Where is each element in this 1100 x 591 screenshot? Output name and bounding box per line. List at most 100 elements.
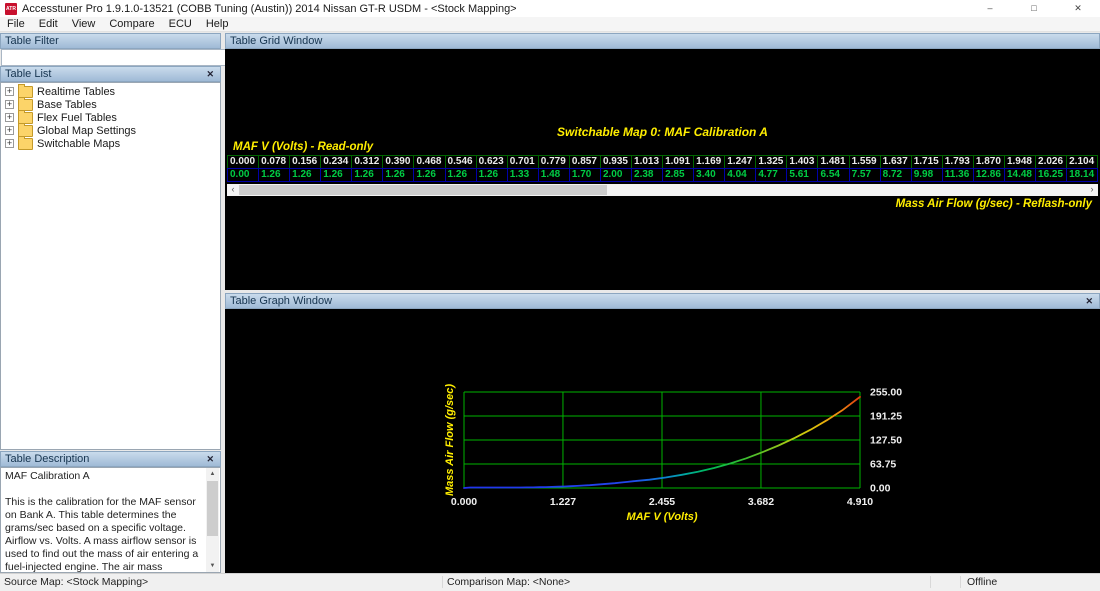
tree-item-base-tables[interactable]: + Base Tables bbox=[1, 96, 220, 111]
flow-cell[interactable]: 1.26 bbox=[444, 168, 477, 182]
flow-cell[interactable]: 4.04 bbox=[724, 168, 757, 182]
volts-cell[interactable]: 1.247 bbox=[724, 155, 757, 169]
volts-cell[interactable]: 1.403 bbox=[786, 155, 819, 169]
menu-item-edit[interactable]: Edit bbox=[32, 17, 65, 31]
table-filter-header[interactable]: Table Filter bbox=[0, 33, 221, 49]
menu-item-ecu[interactable]: ECU bbox=[162, 17, 199, 31]
title-bar[interactable]: ATR Accesstuner Pro 1.9.1.0-13521 (COBB … bbox=[0, 0, 1100, 18]
volts-cell[interactable]: 0.468 bbox=[413, 155, 446, 169]
flow-cell[interactable]: 0.00 bbox=[227, 168, 260, 182]
volts-cell[interactable]: 0.935 bbox=[599, 155, 633, 169]
volts-cell[interactable]: 0.312 bbox=[351, 155, 384, 169]
flow-cell[interactable]: 16.25 bbox=[1035, 168, 1068, 182]
volts-cell[interactable]: 1.169 bbox=[693, 155, 726, 169]
y-axis-title: Mass Air Flow (g/sec) bbox=[444, 384, 456, 496]
menu-item-compare[interactable]: Compare bbox=[102, 17, 161, 31]
scroll-left-icon[interactable]: ‹ bbox=[227, 184, 239, 196]
expander-plus-icon[interactable]: + bbox=[5, 113, 14, 122]
volts-cell[interactable]: 0.156 bbox=[289, 155, 322, 169]
flow-cell[interactable]: 3.40 bbox=[693, 168, 726, 182]
menu-item-file[interactable]: File bbox=[0, 17, 32, 31]
description-scrollbar[interactable]: ▲ ▼ bbox=[206, 468, 219, 572]
flow-cell[interactable]: 2.85 bbox=[662, 168, 695, 182]
tree-item-label: Flex Fuel Tables bbox=[37, 111, 117, 124]
tree-item-flex-fuel-tables[interactable]: + Flex Fuel Tables bbox=[1, 109, 220, 124]
volts-cell[interactable]: 1.715 bbox=[910, 155, 943, 169]
table-description-close-icon[interactable]: ✕ bbox=[204, 452, 216, 466]
table-list-close-icon[interactable]: ✕ bbox=[204, 67, 216, 81]
flow-cell[interactable]: 11.36 bbox=[941, 168, 974, 182]
volts-cell[interactable]: 1.325 bbox=[755, 155, 788, 169]
flow-cell[interactable]: 7.57 bbox=[848, 168, 881, 182]
table-description-header[interactable]: Table Description ✕ bbox=[0, 451, 221, 467]
volts-cell[interactable]: 1.013 bbox=[631, 155, 664, 169]
flow-cell[interactable]: 1.48 bbox=[537, 168, 570, 182]
restore-button[interactable]: □ bbox=[1012, 0, 1056, 17]
volts-cell[interactable]: 0.779 bbox=[537, 155, 570, 169]
flow-cell[interactable]: 1.26 bbox=[320, 168, 353, 182]
flow-cell[interactable]: 12.86 bbox=[972, 168, 1005, 182]
table-filter-input[interactable] bbox=[1, 49, 227, 66]
volts-cell[interactable]: 0.000 bbox=[227, 155, 260, 169]
volts-cell[interactable]: 1.637 bbox=[879, 155, 912, 169]
table-grid-window-title: Table Grid Window bbox=[230, 35, 323, 47]
grid-horizontal-scrollbar[interactable]: ‹ › bbox=[227, 184, 1098, 196]
table-grid-window-header[interactable]: Table Grid Window bbox=[225, 33, 1100, 49]
flow-cell[interactable]: 9.98 bbox=[910, 168, 943, 182]
flow-cell[interactable]: 5.61 bbox=[786, 168, 819, 182]
flow-cell[interactable]: 1.26 bbox=[413, 168, 446, 182]
volts-cell[interactable]: 1.559 bbox=[848, 155, 881, 169]
flow-cell[interactable]: 1.26 bbox=[258, 168, 291, 182]
flow-cell[interactable]: 4.77 bbox=[755, 168, 788, 182]
minimize-button[interactable]: – bbox=[968, 0, 1012, 17]
flow-cell[interactable]: 1.70 bbox=[568, 168, 601, 182]
flow-cell[interactable]: 1.26 bbox=[351, 168, 384, 182]
volts-cell[interactable]: 1.091 bbox=[662, 155, 695, 169]
tree-item-realtime-tables[interactable]: + Realtime Tables bbox=[1, 83, 220, 98]
flow-cell[interactable]: 1.26 bbox=[475, 168, 508, 182]
volts-cell[interactable]: 2.104 bbox=[1066, 155, 1099, 169]
menu-item-view[interactable]: View bbox=[65, 17, 103, 31]
flow-cell[interactable]: 8.72 bbox=[879, 168, 912, 182]
grid-x-axis-label: MAF V (Volts) - Read-only bbox=[233, 141, 374, 153]
volts-cell[interactable]: 0.546 bbox=[444, 155, 477, 169]
tree-item-switchable-maps[interactable]: + Switchable Maps bbox=[1, 135, 220, 150]
flow-cell[interactable]: 14.48 bbox=[1003, 168, 1037, 182]
flow-cell[interactable]: 2.38 bbox=[631, 168, 664, 182]
expander-plus-icon[interactable]: + bbox=[5, 126, 14, 135]
volts-cell[interactable]: 1.948 bbox=[1003, 155, 1037, 169]
flow-cell[interactable]: 1.26 bbox=[382, 168, 415, 182]
flow-cell[interactable]: 6.54 bbox=[817, 168, 850, 182]
scroll-right-icon[interactable]: › bbox=[1086, 184, 1098, 196]
volts-cell[interactable]: 0.857 bbox=[568, 155, 601, 169]
expander-plus-icon[interactable]: + bbox=[5, 139, 14, 148]
volts-cell[interactable]: 0.078 bbox=[258, 155, 291, 169]
volts-cell[interactable]: 1.793 bbox=[941, 155, 974, 169]
expander-plus-icon[interactable]: + bbox=[5, 87, 14, 96]
scroll-up-icon[interactable]: ▲ bbox=[206, 468, 219, 480]
x-tick-label: 0.000 bbox=[451, 496, 477, 508]
flow-cell[interactable]: 18.14 bbox=[1066, 168, 1099, 182]
volts-cell[interactable]: 0.701 bbox=[506, 155, 539, 169]
tree-item-global-map-settings[interactable]: + Global Map Settings bbox=[1, 122, 220, 137]
volts-cell[interactable]: 1.481 bbox=[817, 155, 850, 169]
flow-row: 0.00 1.26 1.26 1.26 1.26 1.26 1.26 1.26 1.26 1.33… bbox=[227, 168, 1099, 182]
scroll-down-icon[interactable]: ▼ bbox=[206, 560, 219, 572]
flow-cell[interactable]: 1.26 bbox=[289, 168, 322, 182]
volts-cell[interactable]: 0.623 bbox=[475, 155, 508, 169]
table-list-header[interactable]: Table List ✕ bbox=[0, 66, 221, 82]
flow-cell[interactable]: 2.00 bbox=[599, 168, 633, 182]
table-graph-close-icon[interactable]: ✕ bbox=[1083, 294, 1095, 308]
table-graph-window-header[interactable]: Table Graph Window ✕ bbox=[225, 293, 1100, 309]
volts-cell[interactable]: 0.390 bbox=[382, 155, 415, 169]
expander-plus-icon[interactable]: + bbox=[5, 100, 14, 109]
volts-cell[interactable]: 0.234 bbox=[320, 155, 353, 169]
menu-item-help[interactable]: Help bbox=[199, 17, 236, 31]
volts-cell[interactable]: 2.026 bbox=[1035, 155, 1068, 169]
close-button[interactable]: ✕ bbox=[1056, 0, 1100, 17]
volts-cell[interactable]: 1.870 bbox=[972, 155, 1005, 169]
x-tick-label: 3.682 bbox=[748, 496, 774, 508]
flow-cell[interactable]: 1.33 bbox=[506, 168, 539, 182]
description-scroll-thumb[interactable] bbox=[207, 481, 218, 536]
grid-scroll-thumb[interactable] bbox=[239, 185, 607, 195]
